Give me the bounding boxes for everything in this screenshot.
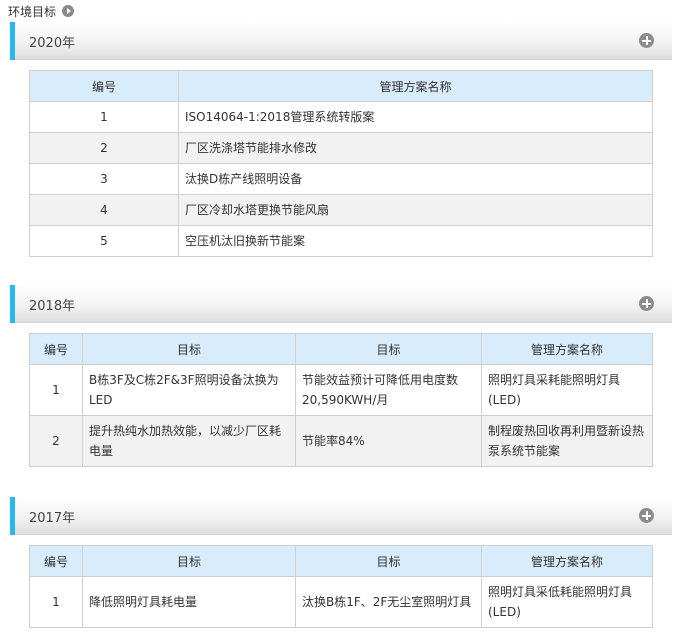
section-year: 2017年 — [29, 510, 76, 526]
cell-number: 2 — [29, 415, 83, 467]
breadcrumb: 环境目标 — [8, 2, 75, 20]
expand-plus-icon[interactable] — [639, 296, 654, 311]
section-header-2018[interactable]: 2018年 — [10, 285, 672, 323]
section-year: 2020年 — [29, 35, 76, 51]
cell-plan-name: 照明灯具采耗能照明灯具(LED) — [481, 364, 653, 416]
cell-number: 4 — [29, 194, 179, 226]
section-header-2020[interactable]: 2020年 — [10, 22, 672, 60]
table-row: 1 ISO14064-1:2018管理系统转版案 — [29, 101, 653, 133]
cell-plan-name: 空压机汰旧换新节能案 — [178, 225, 653, 257]
section-header-2017[interactable]: 2017年 — [10, 497, 672, 535]
column-header-target: 目标 — [295, 545, 482, 577]
cell-number: 3 — [29, 163, 179, 195]
table-row: 3 汰换D栋产线照明设备 — [29, 163, 653, 195]
table-row: 1 B栋3F及C栋2F&3F照明设备汰换为LED 节能效益预计可降低用电度数20… — [29, 364, 653, 416]
column-header-number: 编号 — [29, 70, 179, 102]
column-header-number: 编号 — [29, 545, 83, 577]
table-row: 1 降低照明灯具耗电量 汰换B栋1F、2F无尘室照明灯具 照明灯具采低耗能照明灯… — [29, 576, 653, 628]
table-header-row: 编号 目标 目标 管理方案名称 — [29, 545, 653, 577]
expand-plus-icon[interactable] — [639, 33, 654, 48]
page-title: 环境目标 — [8, 4, 57, 19]
column-header-number: 编号 — [29, 333, 83, 365]
column-header-target: 目标 — [295, 333, 482, 365]
table-row: 4 厂区冷却水塔更换节能风扇 — [29, 194, 653, 226]
column-header-target: 目标 — [82, 545, 296, 577]
expand-plus-icon[interactable] — [639, 508, 654, 523]
column-header-target: 目标 — [82, 333, 296, 365]
management-table-2018: 编号 目标 目标 管理方案名称 1 B栋3F及C栋2F&3F照明设备汰换为LED… — [29, 333, 653, 467]
cell-plan-name: 照明灯具采低耗能照明灯具(LED) — [481, 576, 653, 628]
cell-target: 汰换B栋1F、2F无尘室照明灯具 — [295, 576, 482, 628]
management-table-2017: 编号 目标 目标 管理方案名称 1 降低照明灯具耗电量 汰换B栋1F、2F无尘室… — [29, 545, 653, 628]
cell-plan-name: 厂区洗涤塔节能排水修改 — [178, 132, 653, 164]
cell-number: 5 — [29, 225, 179, 257]
cell-plan-name: 厂区冷却水塔更换节能风扇 — [178, 194, 653, 226]
cell-target: 降低照明灯具耗电量 — [82, 576, 296, 628]
cell-number: 1 — [29, 576, 83, 628]
play-icon[interactable] — [62, 5, 75, 17]
column-header-plan-name: 管理方案名称 — [481, 545, 653, 577]
table-header-row: 编号 管理方案名称 — [29, 70, 653, 102]
cell-plan-name: 汰换D栋产线照明设备 — [178, 163, 653, 195]
cell-plan-name: 制程废热回收再利用暨新设热泵系统节能案 — [481, 415, 653, 467]
cell-number: 1 — [29, 101, 179, 133]
cell-target: 提升热纯水加热效能，以减少厂区耗电量 — [82, 415, 296, 467]
section-year: 2018年 — [29, 298, 76, 314]
table-row: 2 厂区洗涤塔节能排水修改 — [29, 132, 653, 164]
cell-target: 节能率84% — [295, 415, 482, 467]
management-table-2020: 编号 管理方案名称 1 ISO14064-1:2018管理系统转版案 2 厂区洗… — [29, 70, 653, 257]
cell-plan-name: ISO14064-1:2018管理系统转版案 — [178, 101, 653, 133]
cell-number: 2 — [29, 132, 179, 164]
table-row: 2 提升热纯水加热效能，以减少厂区耗电量 节能率84% 制程废热回收再利用暨新设… — [29, 415, 653, 467]
cell-target: 节能效益预计可降低用电度数20,590KWH/月 — [295, 364, 482, 416]
column-header-plan-name: 管理方案名称 — [178, 70, 653, 102]
table-row: 5 空压机汰旧换新节能案 — [29, 225, 653, 257]
column-header-plan-name: 管理方案名称 — [481, 333, 653, 365]
cell-number: 1 — [29, 364, 83, 416]
table-header-row: 编号 目标 目标 管理方案名称 — [29, 333, 653, 365]
cell-target: B栋3F及C栋2F&3F照明设备汰换为LED — [82, 364, 296, 416]
